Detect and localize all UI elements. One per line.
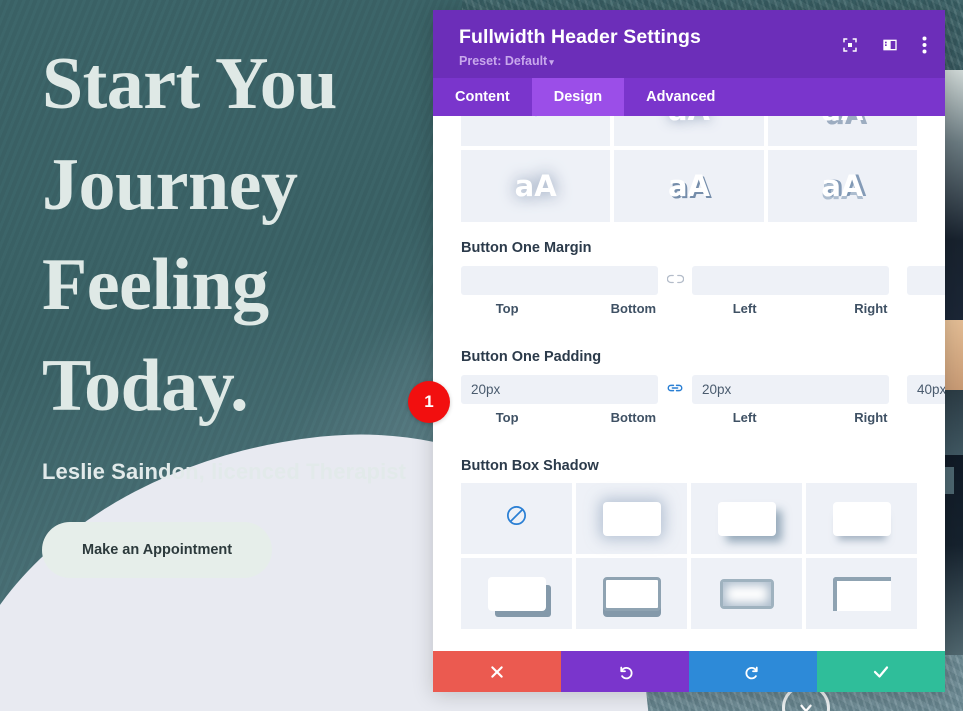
hero-heading-line: Today. bbox=[42, 344, 249, 427]
text-shadow-preset[interactable]: aA bbox=[767, 116, 917, 146]
box-shadow-preset[interactable] bbox=[576, 483, 687, 554]
modal-header-icons bbox=[842, 36, 927, 54]
text-shadow-preset-grid-top: aA aA bbox=[461, 116, 917, 146]
modal-tabs: Content Design Advanced bbox=[433, 78, 945, 116]
button-one-padding-fields bbox=[461, 374, 945, 404]
tab-content[interactable]: Content bbox=[433, 78, 532, 116]
preset-label: Preset: Default bbox=[459, 54, 548, 68]
button-one-margin-label: Button One Margin bbox=[461, 240, 592, 256]
tab-design[interactable]: Design bbox=[531, 78, 625, 116]
button-one-padding-label: Button One Padding bbox=[461, 349, 602, 365]
fullwidth-header-settings-modal: Fullwidth Header Settings Preset: Defaul… bbox=[433, 10, 945, 692]
margin-right-label: Right bbox=[854, 301, 888, 316]
padding-right-label: Right bbox=[854, 410, 888, 425]
save-button[interactable] bbox=[817, 651, 945, 692]
focus-target-icon[interactable] bbox=[842, 37, 858, 53]
text-shadow-preset-grid-bottom: aA aA aA bbox=[461, 150, 917, 222]
box-shadow-preset[interactable] bbox=[806, 558, 917, 629]
box-shadow-preset[interactable] bbox=[691, 558, 802, 629]
padding-left-input[interactable] bbox=[907, 374, 945, 404]
padding-bottom-label: Bottom bbox=[610, 410, 657, 425]
margin-bottom-input[interactable] bbox=[692, 265, 889, 295]
box-shadow-preset[interactable] bbox=[461, 558, 572, 629]
button-box-shadow-label: Button Box Shadow bbox=[461, 458, 599, 474]
padding-bottom-input[interactable] bbox=[692, 374, 889, 404]
tab-advanced[interactable]: Advanced bbox=[624, 78, 737, 116]
no-shadow-icon bbox=[525, 116, 547, 124]
hero-heading-line: Start You bbox=[42, 43, 337, 125]
kebab-menu-icon[interactable] bbox=[922, 36, 927, 54]
box-shadow-preset[interactable] bbox=[806, 483, 917, 554]
padding-link-toggle-vertical[interactable] bbox=[658, 381, 692, 398]
margin-left-input[interactable] bbox=[907, 265, 945, 295]
cancel-button[interactable] bbox=[433, 651, 561, 692]
button-one-margin-fields bbox=[461, 265, 945, 295]
box-shadow-preset-none[interactable] bbox=[461, 483, 572, 554]
modal-header: Fullwidth Header Settings Preset: Defaul… bbox=[433, 10, 945, 78]
hero-heading-line: Journey bbox=[42, 143, 298, 226]
modal-footer bbox=[433, 651, 945, 692]
box-shadow-preset[interactable] bbox=[576, 558, 687, 629]
padding-top-input[interactable] bbox=[461, 374, 658, 404]
text-shadow-preset[interactable]: aA bbox=[614, 116, 764, 146]
no-shadow-icon bbox=[505, 504, 528, 533]
margin-top-input[interactable] bbox=[461, 265, 658, 295]
modal-body: aA aA aA aA aA Button One Margin bbox=[433, 116, 945, 651]
hero-copy: Start You Journey Feeling Today. Leslie … bbox=[42, 34, 462, 578]
padding-left-label: Left bbox=[732, 410, 757, 425]
button-one-padding-labels: Top x Bottom Left x Right bbox=[461, 410, 917, 440]
chevron-down-icon: ▾ bbox=[549, 57, 554, 67]
make-appointment-button[interactable]: Make an Appointment bbox=[42, 521, 273, 578]
status-badge: 1 bbox=[408, 381, 450, 423]
text-shadow-preset[interactable]: aA bbox=[767, 150, 917, 222]
undo-button[interactable] bbox=[561, 651, 689, 692]
text-shadow-preset-none[interactable] bbox=[461, 116, 611, 146]
margin-top-label: Top bbox=[495, 301, 519, 316]
text-shadow-preset[interactable]: aA bbox=[614, 150, 764, 222]
button-one-margin-labels: Top x Bottom Left x Right bbox=[461, 301, 917, 331]
layout-panel-icon[interactable] bbox=[882, 37, 898, 53]
margin-left-label: Left bbox=[732, 301, 757, 316]
page-title: Start You Journey Feeling Today. bbox=[42, 34, 462, 437]
margin-link-toggle-vertical[interactable] bbox=[658, 273, 692, 288]
box-shadow-preset[interactable] bbox=[691, 483, 802, 554]
hero-heading-line: Feeling bbox=[42, 244, 269, 327]
redo-button[interactable] bbox=[689, 651, 817, 692]
button-box-shadow-grid bbox=[461, 483, 917, 629]
margin-bottom-label: Bottom bbox=[610, 301, 657, 316]
hero-subtitle: Leslie Saindon, licenced Therapist bbox=[42, 458, 407, 484]
preset-selector[interactable]: Preset: Default ▾ bbox=[459, 54, 923, 68]
padding-top-label: Top bbox=[495, 410, 519, 425]
text-shadow-preset[interactable]: aA bbox=[461, 150, 611, 222]
